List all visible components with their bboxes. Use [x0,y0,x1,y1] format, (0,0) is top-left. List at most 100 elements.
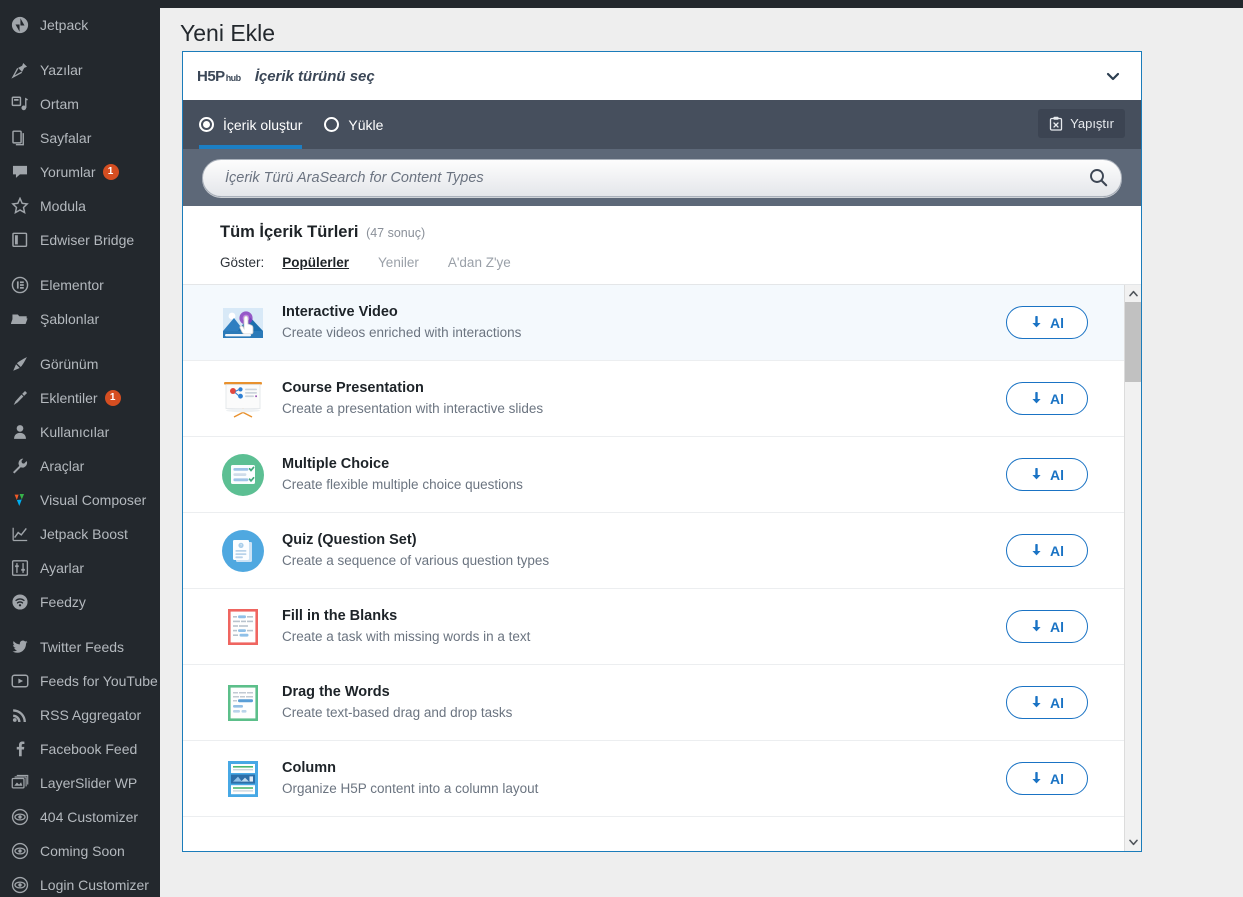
content-type-row[interactable]: Column Organize H5P content into a column… [183,741,1124,817]
feedzy-wifi-icon [9,592,31,612]
content-type-row[interactable]: Multiple Choice Create flexible multiple … [183,437,1124,513]
tab-create-content[interactable]: İçerik oluştur [199,100,303,149]
radio-unselected-icon [324,117,340,132]
scrollbar-thumb[interactable] [1125,302,1141,382]
sidebar-item-facebook-feed[interactable]: Facebook Feed [0,732,160,766]
sidebar-item-visual-composer[interactable]: Visual Composer [0,483,160,517]
sidebar-item-login-customizer[interactable]: Login Customizer [0,868,160,897]
sidebar-item-404-customizer[interactable]: 404 Customizer [0,800,160,834]
sidebar-item-ablonlar[interactable]: Şablonlar [0,302,160,336]
sidebar-item-sayfalar[interactable]: Sayfalar [0,121,160,155]
drag-the-words-icon [220,680,266,726]
twitter-icon [9,637,31,657]
get-button-label: Al [1050,542,1064,559]
column-icon [220,756,266,802]
admin-top-bar [160,0,1243,8]
hub-header: H5P hub İçerik türünü seç [183,52,1141,100]
download-arrow-icon [1030,695,1043,710]
sidebar-item-ayarlar[interactable]: Ayarlar [0,551,160,585]
radio-selected-icon [199,117,214,132]
chevron-down-icon[interactable] [1101,64,1125,88]
tab-upload[interactable]: Yükle [324,100,383,149]
sidebar-item-jetpack-boost[interactable]: Jetpack Boost [0,517,160,551]
sidebar-item-yaz-lar[interactable]: Yazılar [0,53,160,87]
scrollbar-up-arrow-icon[interactable] [1125,285,1141,302]
filter-options-row: Göster: Popülerler Yeniler A'dan Z'ye [220,255,1141,270]
sidebar-item-ara-lar[interactable]: Araçlar [0,449,160,483]
plugin-icon [9,388,31,408]
sidebar-item-label: 404 Customizer [40,809,139,825]
customizer-icon [9,841,31,861]
filters-heading-text: Tüm İçerik Türleri [220,223,359,241]
interactive-video-icon [220,300,266,346]
sidebar-item-kullan-c-lar[interactable]: Kullanıcılar [0,415,160,449]
results-count: (47 sonuç) [366,226,426,240]
search-icon[interactable] [1086,166,1110,190]
sidebar-item-feedzy[interactable]: Feedzy [0,585,160,619]
sidebar-item-eklentiler[interactable]: Eklentiler 1 [0,381,160,415]
media-icon [9,94,31,114]
get-content-type-button[interactable]: Al [1006,686,1088,719]
content-type-list: Interactive Video Create videos enriched … [183,285,1124,851]
hub-search-bar [183,149,1141,206]
book-icon [9,230,31,250]
get-content-type-button[interactable]: Al [1006,610,1088,643]
get-content-type-button[interactable]: Al [1006,382,1088,415]
sidebar-item-yorumlar[interactable]: Yorumlar 1 [0,155,160,189]
sidebar-item-g-r-n-m[interactable]: Görünüm [0,347,160,381]
list-scrollbar[interactable] [1124,285,1141,851]
sidebar-item-rss-aggregator[interactable]: RSS Aggregator [0,698,160,732]
download-arrow-icon [1030,315,1043,330]
multiple-choice-icon [220,452,266,498]
content-type-row[interactable]: Course Presentation Create a presentation… [183,361,1124,437]
sidebar-item-label: Görünüm [40,356,99,372]
sidebar-item-label: Visual Composer [40,492,147,508]
sidebar-item-coming-soon[interactable]: Coming Soon [0,834,160,868]
content-type-list-container: Interactive Video Create videos enriched … [183,285,1141,851]
get-content-type-button[interactable]: Al [1006,306,1088,339]
get-content-type-button[interactable]: Al [1006,762,1088,795]
sidebar-item-label: Ayarlar [40,560,85,576]
scrollbar-down-arrow-icon[interactable] [1125,834,1141,851]
sidebar-item-label: RSS Aggregator [40,707,142,723]
content-type-row[interactable]: Interactive Video Create videos enriched … [183,285,1124,361]
filter-option-3[interactable]: A'dan Z'ye [448,255,511,270]
sidebar-item-label: Jetpack Boost [40,526,128,542]
content-type-text: Course Presentation Create a presentation… [282,380,1006,418]
sidebar-item-ortam[interactable]: Ortam [0,87,160,121]
content-type-row[interactable]: Drag the Words Create text-based drag and… [183,665,1124,741]
course-presentation-icon [220,376,266,422]
content-type-title: Multiple Choice [282,455,390,472]
sidebar-item-twitter-feeds[interactable]: Twitter Feeds [0,630,160,664]
app-root: Jetpack Yazılar Ortam Sayfalar Yorumlar 1 Modu… [0,0,1243,897]
sidebar-item-label: Ortam [40,96,79,112]
content-type-title: Course Presentation [282,379,424,396]
download-arrow-icon [1030,771,1043,786]
sidebar-item-label: Jetpack [40,17,89,33]
content-type-title: Column [282,759,336,776]
get-button-label: Al [1050,618,1064,635]
content-type-text: Quiz (Question Set) Create a sequence of … [282,532,1006,570]
sidebar-item-feeds-for-youtube[interactable]: Feeds for YouTube [0,664,160,698]
get-content-type-button[interactable]: Al [1006,534,1088,567]
filter-option-2[interactable]: Yeniler [378,255,419,270]
paste-button[interactable]: Yapıştır [1038,109,1125,138]
search-input[interactable] [202,158,1122,197]
content-type-row[interactable]: Fill in the Blanks Create a task with mis… [183,589,1124,665]
sidebar-item-edwiser-bridge[interactable]: Edwiser Bridge [0,223,160,257]
content-type-description: Create videos enriched with interactions [282,325,522,341]
sidebar-item-layerslider-wp[interactable]: LayerSlider WP [0,766,160,800]
get-content-type-button[interactable]: Al [1006,458,1088,491]
sidebar-item-elementor[interactable]: Elementor [0,268,160,302]
content-type-row[interactable]: ? Quiz (Question Set) Create a sequence of… [183,513,1124,589]
sidebar-item-badge: 1 [102,164,119,180]
chart-line-icon [9,524,31,544]
sidebar-item-jetpack[interactable]: Jetpack [0,8,160,42]
download-arrow-icon [1030,467,1043,482]
content-type-description: Organize H5P content into a column layou… [282,781,539,797]
sidebar-item-modula[interactable]: Modula [0,189,160,223]
search-wrapper [202,158,1122,197]
pages-icon [9,128,31,148]
content-type-text: Drag the Words Create text-based drag and… [282,684,1006,722]
filter-option-1[interactable]: Popülerler [282,255,349,270]
